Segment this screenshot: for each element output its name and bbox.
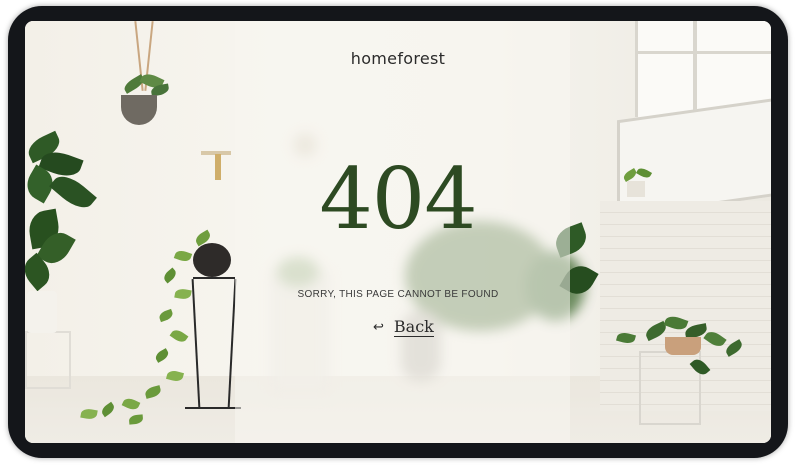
back-link-label: Back (393, 316, 434, 337)
return-arrow-icon: ↩ (373, 319, 384, 335)
error-message: SORRY, THIS PAGE CANNOT BE FOUND (297, 289, 499, 300)
side-table-left (25, 331, 71, 389)
error-code: 404 (319, 150, 477, 248)
back-link[interactable]: ↩ Back (373, 315, 434, 339)
device-frame: homeforest 404 SORRY, THIS PAGE CANNOT B… (8, 6, 788, 458)
error-page: homeforest 404 SORRY, THIS PAGE CANNOT B… (25, 21, 771, 443)
brand-logo[interactable]: homeforest (25, 49, 771, 68)
